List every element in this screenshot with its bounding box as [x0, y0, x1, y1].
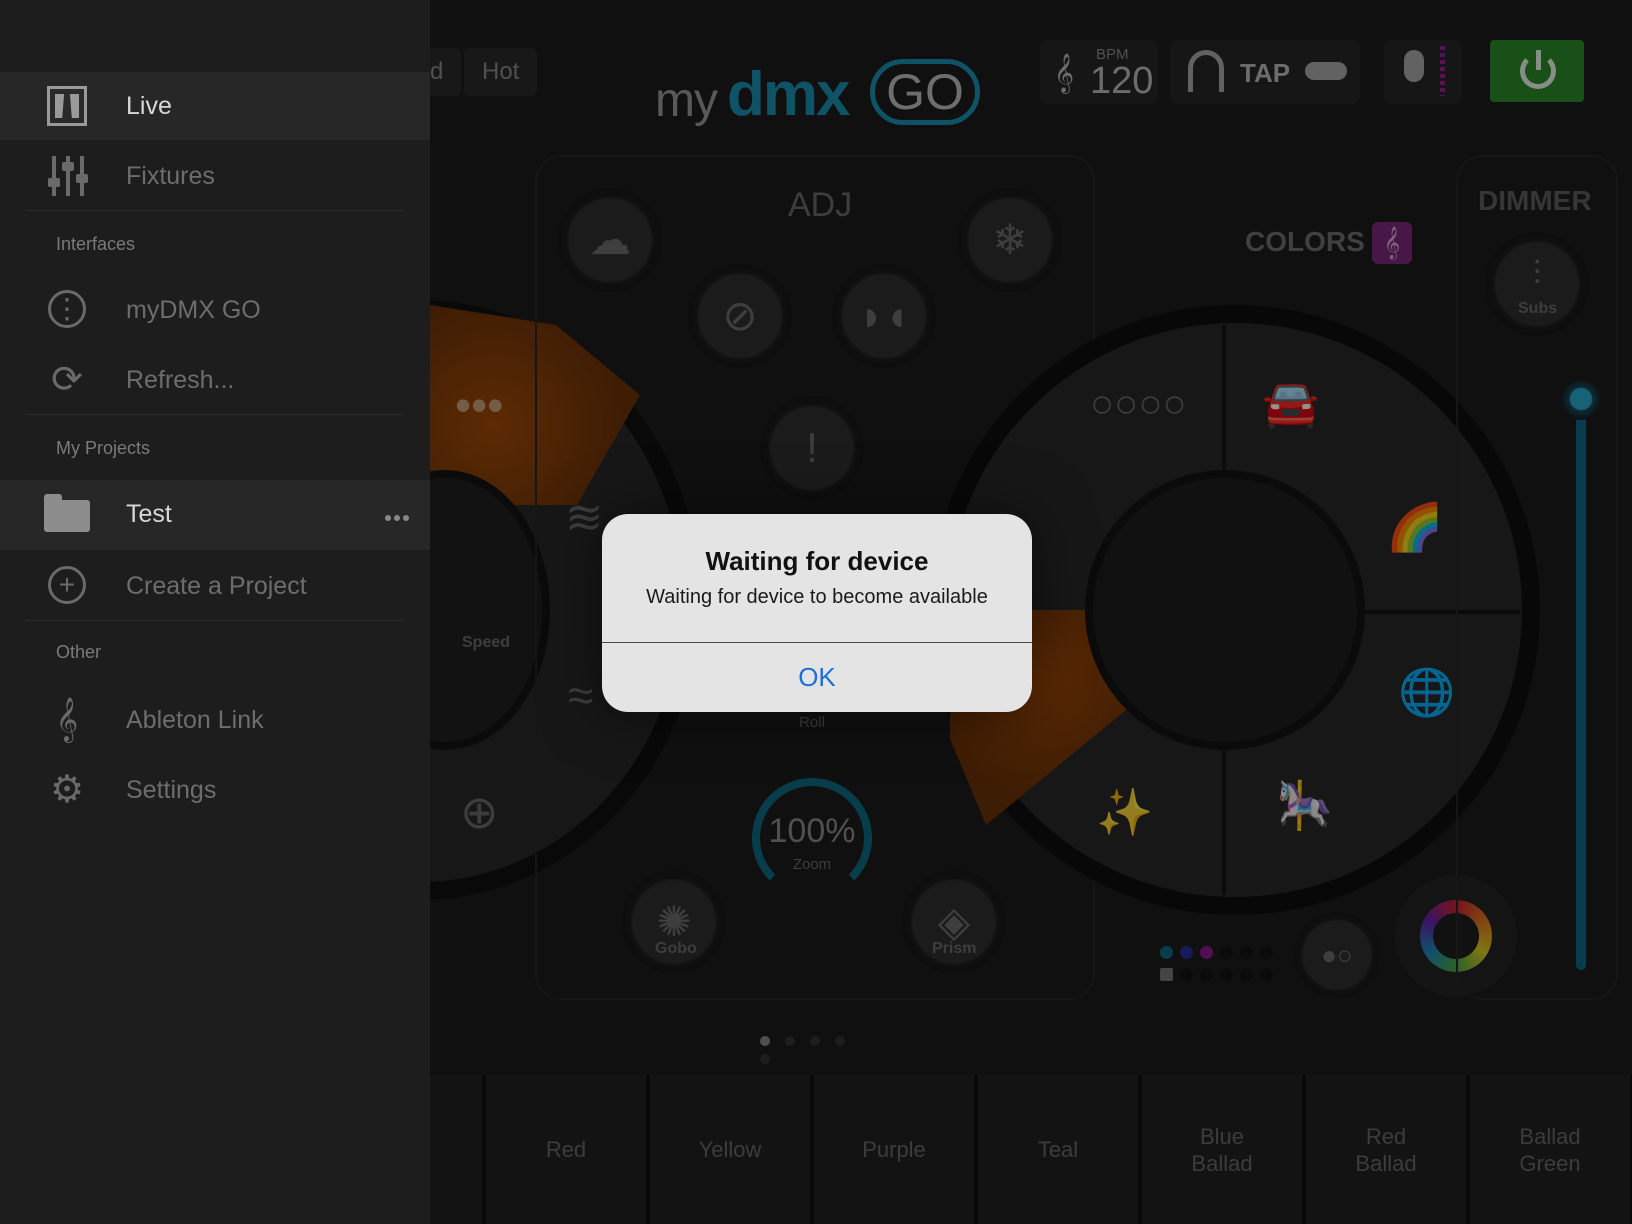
live-icon: [44, 84, 90, 128]
sidebar-divider: [26, 414, 404, 415]
sidebar-item-project-test[interactable]: Test: [0, 480, 430, 550]
alert-ok-button[interactable]: OK: [602, 643, 1032, 712]
sidebar-item-label: Refresh...: [126, 366, 235, 394]
sidebar-item-create-project[interactable]: + Create a Project: [0, 552, 430, 620]
sidebar-item-label: Test: [126, 500, 172, 528]
sidebar-item-live[interactable]: Live: [0, 72, 430, 140]
gear-icon: ⚙: [49, 769, 85, 811]
sidebar-item-label: myDMX GO: [126, 296, 261, 324]
sidebar-item-mydmx-go[interactable]: ⋮ myDMX GO: [0, 276, 430, 344]
sidebar-item-refresh[interactable]: ⟳ Refresh...: [0, 346, 430, 414]
sidebar-item-fixtures[interactable]: Fixtures: [0, 142, 430, 210]
sidebar-item-label: Live: [126, 92, 172, 120]
sidebar-item-label: Fixtures: [126, 162, 215, 190]
sidebar-item-ableton-link[interactable]: 𝄞 Ableton Link: [0, 686, 430, 754]
alert-message: Waiting for device to become available: [646, 586, 988, 608]
folder-icon: [44, 492, 90, 536]
alert-title: Waiting for device: [705, 546, 929, 576]
sidebar-item-settings[interactable]: ⚙ Settings: [0, 756, 430, 824]
sidebar-divider: [26, 620, 404, 621]
mydmx-go-device-icon: ⋮: [44, 288, 90, 332]
sidebar-item-label: Settings: [126, 776, 217, 804]
plus-circle-icon: +: [44, 564, 90, 608]
ableton-link-icon: 𝄞: [55, 699, 79, 741]
faders-icon: [44, 154, 90, 198]
sidebar-menu: Live Fixtures Interfaces ⋮ myDMX GO ⟳ Re…: [0, 0, 430, 1224]
alert-dialog: Waiting for device Waiting for device to…: [602, 514, 1032, 712]
app-screen: d Hot my dmx GO 𝄞 BPM 120 TAP ••• ≋ ≈ ⊕ …: [0, 0, 1632, 1224]
sidebar-divider: [26, 210, 404, 211]
section-header-other: Other: [56, 642, 102, 662]
sidebar-item-label: Create a Project: [126, 572, 307, 600]
refresh-icon: ⟳: [51, 359, 83, 401]
section-header-my-projects: My Projects: [56, 438, 151, 458]
section-header-interfaces: Interfaces: [56, 234, 136, 254]
sidebar-item-label: Ableton Link: [126, 706, 264, 734]
more-options-icon[interactable]: [385, 508, 415, 521]
